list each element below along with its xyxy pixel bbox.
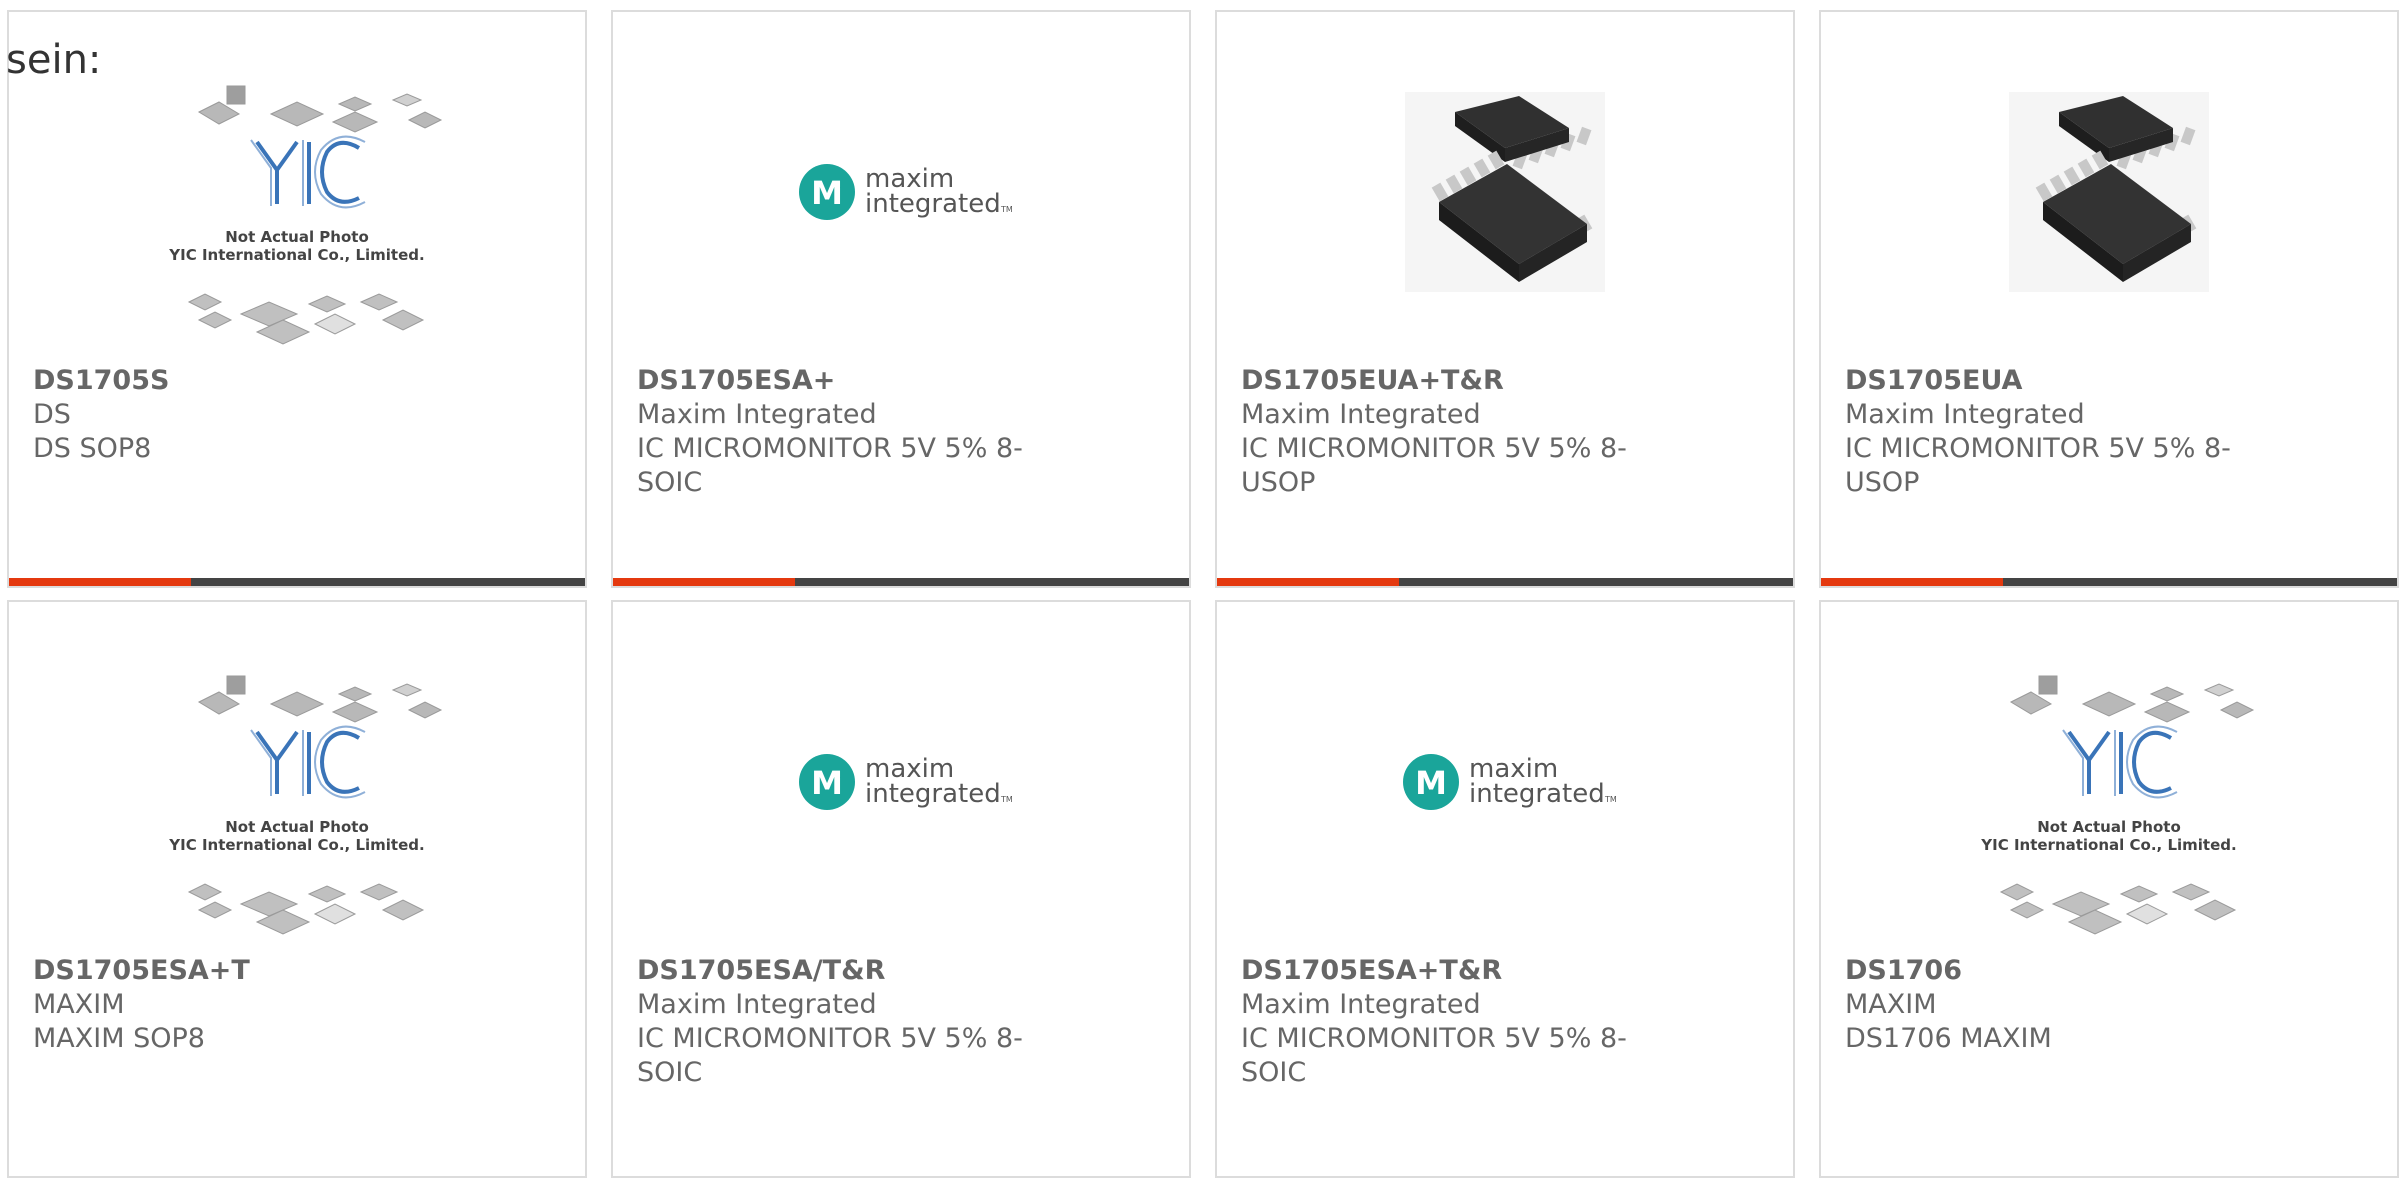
manufacturer: Maxim Integrated bbox=[1241, 989, 1481, 1020]
manufacturer: Maxim Integrated bbox=[1845, 399, 2085, 430]
manufacturer: MAXIM bbox=[1845, 989, 1937, 1020]
maxim-integrated-logo: M maxim integrated TM bbox=[799, 754, 1013, 810]
card-bar-accent bbox=[1821, 578, 2003, 586]
card-bar-accent bbox=[9, 578, 191, 586]
product-image[interactable] bbox=[1821, 52, 2397, 352]
product-card[interactable]: M maxim integrated TM DS1705ESA/T&R Maxi… bbox=[611, 600, 1191, 1178]
product-image[interactable]: Not Actual Photo YIC International Co., … bbox=[9, 52, 585, 352]
description: IC MICROMONITOR 5V 5% 8-SOIC bbox=[637, 433, 1023, 498]
card-bar-accent bbox=[613, 578, 795, 586]
description: IC MICROMONITOR 5V 5% 8-SOIC bbox=[1241, 1023, 1627, 1088]
svg-text:Not Actual Photo: Not Actual Photo bbox=[225, 818, 369, 836]
card-progress-bar bbox=[9, 578, 585, 586]
product-image[interactable]: Not Actual Photo YIC International Co., … bbox=[1821, 642, 2397, 942]
svg-text:YIC International Co., Limited: YIC International Co., Limited. bbox=[168, 246, 424, 264]
description: MAXIM SOP8 bbox=[33, 1023, 205, 1054]
maxim-integrated-logo: M maxim integrated TM bbox=[799, 164, 1013, 220]
part-number-link[interactable]: DS1706 bbox=[1845, 954, 2397, 988]
product-info: DS1705ESA+T&R Maxim Integrated IC MICROM… bbox=[1241, 954, 1793, 1090]
svg-text:M: M bbox=[1415, 764, 1447, 802]
svg-text:YIC International Co., Limited: YIC International Co., Limited. bbox=[1980, 836, 2236, 854]
product-image[interactable] bbox=[1217, 52, 1793, 352]
yic-placeholder-image: Not Actual Photo YIC International Co., … bbox=[168, 675, 443, 935]
svg-text:TM: TM bbox=[1000, 205, 1013, 214]
card-progress-bar bbox=[1217, 578, 1793, 586]
product-card[interactable]: M maxim integrated TM DS1705ESA+ Maxim I… bbox=[611, 10, 1191, 588]
svg-text:Not Actual Photo: Not Actual Photo bbox=[225, 228, 369, 246]
product-image[interactable]: Not Actual Photo YIC International Co., … bbox=[9, 642, 585, 942]
part-number-link[interactable]: DS1705S bbox=[33, 364, 585, 398]
card-progress-bar bbox=[613, 578, 1189, 586]
product-image[interactable]: M maxim integrated TM bbox=[1217, 642, 1793, 942]
manufacturer: DS bbox=[33, 399, 71, 430]
manufacturer: MAXIM bbox=[33, 989, 125, 1020]
product-card[interactable]: Not Actual Photo YIC International Co., … bbox=[7, 600, 587, 1178]
part-number-link[interactable]: DS1705ESA+T bbox=[33, 954, 585, 988]
maxim-integrated-logo: M maxim integrated TM bbox=[1403, 754, 1617, 810]
part-number-link[interactable]: DS1705EUA+T&R bbox=[1241, 364, 1793, 398]
svg-text:M: M bbox=[811, 764, 843, 802]
description: DS SOP8 bbox=[33, 433, 152, 464]
svg-text:TM: TM bbox=[1000, 795, 1013, 804]
chip-product-photo bbox=[2009, 92, 2209, 292]
svg-text:integrated: integrated bbox=[865, 779, 1001, 809]
part-number-link[interactable]: DS1705EUA bbox=[1845, 364, 2397, 398]
description: DS1706 MAXIM bbox=[1845, 1023, 2052, 1054]
description: IC MICROMONITOR 5V 5% 8-USOP bbox=[1241, 433, 1627, 498]
product-card[interactable]: DS1705EUA Maxim Integrated IC MICROMONIT… bbox=[1819, 10, 2399, 588]
card-progress-bar bbox=[1821, 578, 2397, 586]
yic-placeholder-image: Not Actual Photo YIC International Co., … bbox=[1980, 675, 2255, 935]
product-info: DS1705ESA/T&R Maxim Integrated IC MICROM… bbox=[637, 954, 1189, 1090]
product-card[interactable]: DS1705EUA+T&R Maxim Integrated IC MICROM… bbox=[1215, 10, 1795, 588]
description: IC MICROMONITOR 5V 5% 8-SOIC bbox=[637, 1023, 1023, 1088]
svg-text:integrated: integrated bbox=[865, 189, 1001, 219]
svg-text:Not Actual Photo: Not Actual Photo bbox=[2037, 818, 2181, 836]
yic-placeholder-image: Not Actual Photo YIC International Co., … bbox=[168, 85, 443, 345]
product-grid: Not Actual Photo YIC International Co., … bbox=[0, 0, 2400, 1178]
svg-text:TM: TM bbox=[1604, 795, 1617, 804]
svg-text:YIC International Co., Limited: YIC International Co., Limited. bbox=[168, 836, 424, 854]
product-info: DS1706 MAXIM DS1706 MAXIM bbox=[1845, 954, 2397, 1056]
product-info: DS1705EUA Maxim Integrated IC MICROMONIT… bbox=[1845, 364, 2397, 500]
svg-text:M: M bbox=[811, 174, 843, 212]
product-card[interactable]: Not Actual Photo YIC International Co., … bbox=[1819, 600, 2399, 1178]
description: IC MICROMONITOR 5V 5% 8-USOP bbox=[1845, 433, 2231, 498]
product-info: DS1705S DS DS SOP8 bbox=[33, 364, 585, 466]
part-number-link[interactable]: DS1705ESA+ bbox=[637, 364, 1189, 398]
part-number-link[interactable]: DS1705ESA/T&R bbox=[637, 954, 1189, 988]
manufacturer: Maxim Integrated bbox=[1241, 399, 1481, 430]
product-card[interactable]: Not Actual Photo YIC International Co., … bbox=[7, 10, 587, 588]
product-info: DS1705ESA+T MAXIM MAXIM SOP8 bbox=[33, 954, 585, 1056]
product-info: DS1705EUA+T&R Maxim Integrated IC MICROM… bbox=[1241, 364, 1793, 500]
manufacturer: Maxim Integrated bbox=[637, 399, 877, 430]
svg-text:integrated: integrated bbox=[1469, 779, 1605, 809]
intro-text: sein: bbox=[6, 37, 102, 83]
product-info: DS1705ESA+ Maxim Integrated IC MICROMONI… bbox=[637, 364, 1189, 500]
manufacturer: Maxim Integrated bbox=[637, 989, 877, 1020]
card-bar-accent bbox=[1217, 578, 1399, 586]
part-number-link[interactable]: DS1705ESA+T&R bbox=[1241, 954, 1793, 988]
product-image[interactable]: M maxim integrated TM bbox=[613, 642, 1189, 942]
product-image[interactable]: M maxim integrated TM bbox=[613, 52, 1189, 352]
chip-product-photo bbox=[1405, 92, 1605, 292]
product-card[interactable]: M maxim integrated TM DS1705ESA+T&R Maxi… bbox=[1215, 600, 1795, 1178]
